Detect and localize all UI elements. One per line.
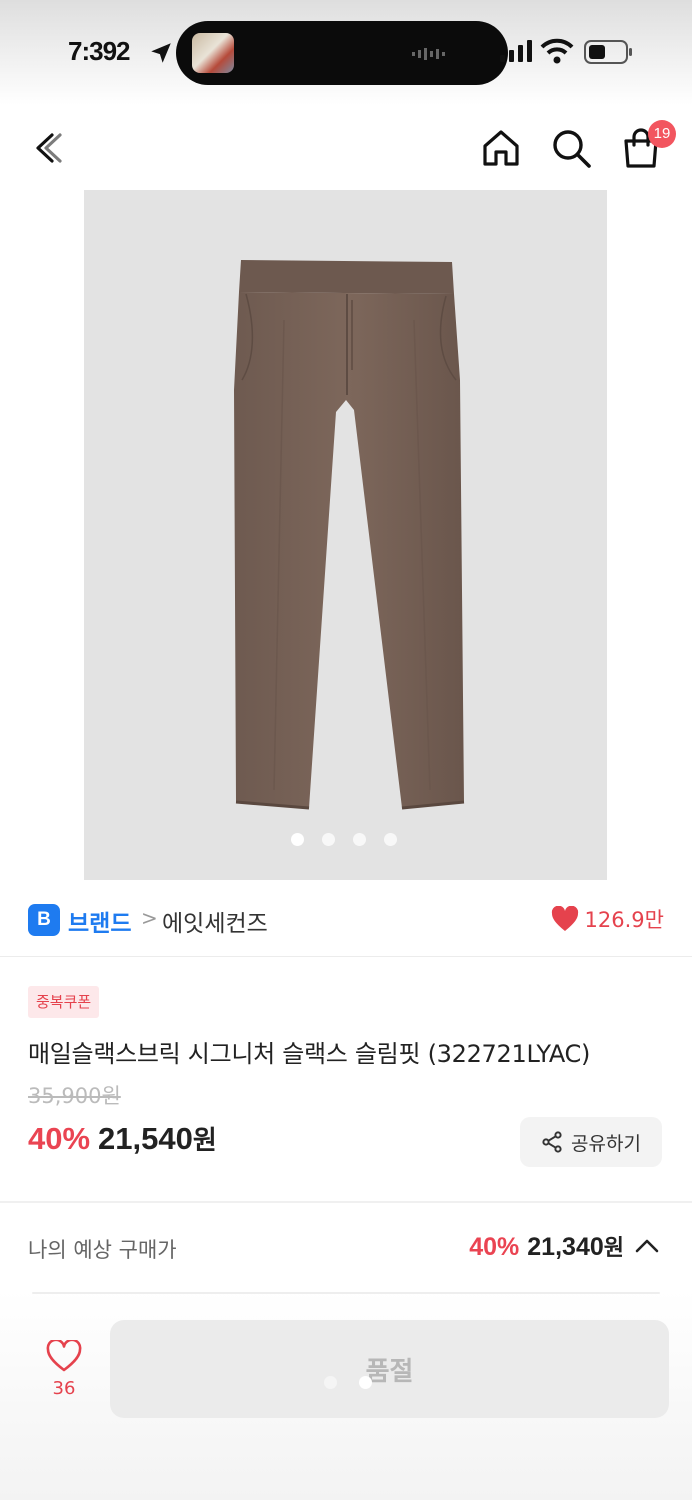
image-carousel-dots bbox=[291, 833, 397, 846]
expected-discount: 40% bbox=[469, 1233, 520, 1261]
expected-price-label: 나의 예상 구매가 bbox=[28, 1238, 177, 1262]
back-button[interactable] bbox=[26, 125, 72, 171]
brand-likes-count: 126.9만 bbox=[584, 908, 664, 932]
share-icon bbox=[542, 1131, 562, 1153]
sale-price: 21,540 bbox=[98, 1121, 193, 1156]
product-image[interactable] bbox=[84, 190, 607, 880]
page-indicator-dot bbox=[359, 1376, 372, 1389]
brand-badge-icon: B bbox=[28, 904, 60, 936]
soldout-button[interactable]: 품절 bbox=[110, 1320, 669, 1418]
expected-price-value: 40% 21,340원 bbox=[469, 1230, 624, 1262]
search-button[interactable] bbox=[548, 125, 594, 171]
breadcrumb-separator: > bbox=[141, 906, 158, 930]
signal-icon bbox=[500, 40, 532, 62]
wishlist-count: 36 bbox=[52, 1378, 76, 1399]
discount-rate: 40% bbox=[28, 1121, 91, 1156]
page-indicator bbox=[324, 1376, 372, 1389]
search-icon bbox=[553, 130, 591, 168]
wishlist-button[interactable]: 36 bbox=[36, 1336, 92, 1406]
carousel-dot[interactable] bbox=[384, 833, 397, 846]
price-unit: 원 bbox=[192, 1126, 217, 1156]
home-button[interactable] bbox=[478, 125, 524, 171]
expected-price: 21,340 bbox=[527, 1233, 604, 1261]
status-bar: 7:392 bbox=[0, 0, 692, 105]
divider bbox=[0, 956, 692, 957]
coupon-tag: 중복쿠폰 bbox=[28, 986, 100, 1018]
cart-count-badge: 19 bbox=[648, 120, 676, 148]
wifi-icon bbox=[540, 38, 574, 64]
audio-wave-icon bbox=[412, 48, 445, 60]
original-price: 35,900원 bbox=[28, 1084, 121, 1108]
expected-price-unit: 원 bbox=[603, 1236, 624, 1261]
brand-likes[interactable]: 126.9만 bbox=[551, 904, 664, 934]
soldout-label: 품절 bbox=[365, 1356, 414, 1387]
home-icon bbox=[483, 130, 519, 166]
location-arrow-icon bbox=[151, 43, 171, 63]
battery-icon bbox=[584, 40, 632, 64]
share-button[interactable]: 공유하기 bbox=[520, 1117, 662, 1167]
carousel-dot[interactable] bbox=[322, 833, 335, 846]
page-indicator-dot bbox=[324, 1376, 337, 1389]
carousel-dot[interactable] bbox=[353, 833, 366, 846]
price-row: 40% 21,540원 bbox=[28, 1120, 217, 1164]
product-title: 매일슬랙스브릭 시그니처 슬랙스 슬림핏 (322721LYAC) bbox=[28, 1040, 591, 1068]
heart-outline-icon bbox=[46, 1340, 82, 1372]
share-label: 공유하기 bbox=[571, 1132, 641, 1155]
heart-icon bbox=[551, 906, 578, 931]
divider bbox=[0, 1201, 692, 1203]
status-time: 7:392 bbox=[68, 36, 130, 66]
expected-price-row[interactable]: 나의 예상 구매가 40% 21,340원 bbox=[28, 1228, 664, 1268]
back-icon bbox=[36, 133, 62, 163]
carousel-dot[interactable] bbox=[291, 833, 304, 846]
brand-name-link[interactable]: 에잇세컨즈 bbox=[162, 904, 268, 938]
top-navigation bbox=[0, 105, 692, 190]
now-playing-thumbnail bbox=[192, 33, 234, 73]
brand-link[interactable]: 브랜드 bbox=[68, 904, 131, 938]
dynamic-island[interactable] bbox=[176, 21, 508, 85]
sheet-edge bbox=[32, 1292, 660, 1294]
pants-photo bbox=[234, 260, 465, 810]
chevron-up-icon[interactable] bbox=[634, 1236, 660, 1256]
brand-row: B 브랜드 > 에잇세컨즈 126.9만 bbox=[28, 898, 668, 942]
